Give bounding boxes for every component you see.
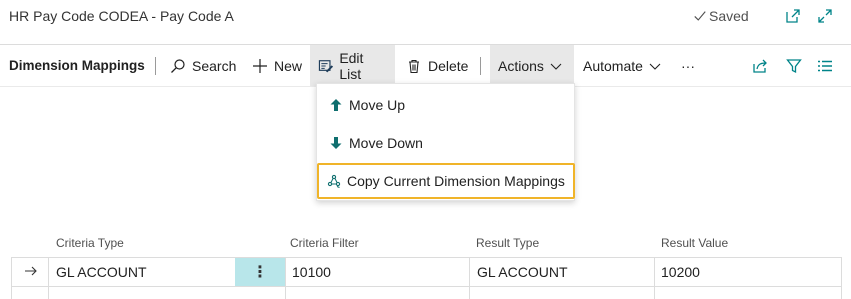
part-title: Dimension Mappings — [9, 58, 145, 73]
expand-icon[interactable] — [817, 8, 833, 24]
grid-line — [11, 286, 842, 287]
column-header-result-value[interactable]: Result Value — [661, 236, 728, 250]
search-button[interactable]: Search — [162, 45, 244, 86]
column-header-criteria-filter[interactable]: Criteria Filter — [290, 236, 359, 250]
separator — [480, 57, 481, 75]
arrow-down-icon — [330, 137, 342, 149]
saved-status: Saved — [693, 8, 749, 24]
search-label: Search — [192, 57, 237, 74]
menu-item-move-up[interactable]: Move Up — [317, 87, 576, 123]
grid-line — [11, 257, 12, 299]
filter-icon — [786, 58, 802, 73]
share-icon — [753, 59, 767, 73]
list-icon — [818, 60, 832, 71]
menu-item-copy-current-dimension-mappings[interactable]: Copy Current Dimension Mappings — [317, 163, 575, 199]
edit-list-icon — [318, 59, 334, 72]
delete-button[interactable]: Delete — [398, 45, 476, 86]
search-icon — [171, 58, 185, 73]
column-header-result-type[interactable]: Result Type — [476, 236, 539, 250]
plus-icon — [253, 58, 267, 73]
edit-list-button[interactable]: Edit List — [310, 45, 395, 86]
trash-icon — [409, 59, 419, 73]
grid-line — [285, 257, 286, 299]
cell-result-value[interactable]: 10200 — [661, 258, 839, 286]
share-button[interactable] — [744, 45, 776, 86]
grid-line — [469, 257, 470, 299]
menu-item-label: Move Up — [349, 97, 406, 113]
automate-menu-button[interactable]: Automate — [575, 45, 669, 86]
menu-item-move-down[interactable]: Move Down — [317, 125, 576, 161]
more-options-button[interactable]: ··· — [673, 45, 703, 86]
menu-item-label: Move Down — [349, 135, 423, 151]
automate-label: Automate — [583, 57, 643, 74]
list-view-button[interactable] — [809, 45, 841, 86]
arrow-up-icon — [330, 99, 342, 111]
cell-criteria-type[interactable]: GL ACCOUNT — [56, 258, 234, 286]
action-bar: Dimension Mappings Search New Edit List … — [0, 45, 851, 86]
current-row-arrow-icon — [25, 266, 37, 276]
delete-label: Delete — [428, 57, 469, 74]
menu-item-label: Copy Current Dimension Mappings — [347, 173, 565, 189]
chevron-down-icon — [649, 63, 661, 70]
row-actions-button[interactable]: ⋮ — [235, 258, 285, 286]
saved-label: Saved — [709, 8, 749, 24]
copy-mappings-icon — [327, 174, 341, 188]
checkmark-icon — [694, 11, 706, 21]
actions-dropdown-menu: Move Up Move Down Copy Current Dimension… — [316, 83, 575, 201]
actions-menu-button[interactable]: Actions — [490, 45, 574, 86]
chevron-down-icon — [550, 63, 562, 70]
actions-label: Actions — [498, 57, 544, 74]
cell-result-type[interactable]: GL ACCOUNT — [477, 258, 653, 286]
grid-line — [48, 257, 49, 299]
grid-line — [841, 257, 842, 299]
cell-criteria-filter[interactable]: 10100 — [292, 258, 468, 286]
page-title: HR Pay Code CODEA - Pay Code A — [9, 8, 234, 24]
edit-list-label: Edit List — [339, 49, 364, 82]
filter-button[interactable] — [778, 45, 810, 86]
column-header-criteria-type[interactable]: Criteria Type — [56, 236, 124, 250]
open-new-window-icon[interactable] — [785, 8, 801, 24]
new-button[interactable]: New — [244, 45, 310, 86]
more-label: ··· — [681, 57, 695, 74]
separator — [155, 57, 156, 75]
grid-line — [654, 257, 655, 299]
new-label: New — [274, 57, 303, 74]
